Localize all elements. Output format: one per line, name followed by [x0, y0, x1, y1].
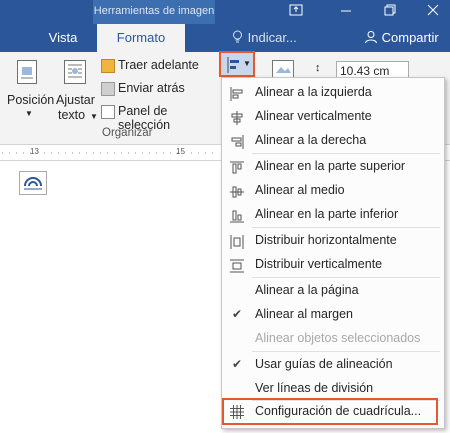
position-label: Posición [7, 93, 55, 107]
crop-icon[interactable] [272, 60, 294, 78]
align-dropdown-menu: Alinear a la izquierda Alinear verticalm… [221, 77, 445, 429]
tab-vista[interactable]: Vista [38, 24, 88, 52]
minimize-icon[interactable] [337, 3, 355, 21]
bring-forward-icon [101, 59, 115, 73]
context-tab-label: Herramientas de imagen [93, 0, 215, 24]
position-button[interactable]: Posición ▼ [5, 57, 55, 129]
menu-item-align-bottom[interactable]: Alinear en la parte inferior [222, 202, 444, 226]
send-backward-label: Enviar atrás [118, 81, 185, 95]
lightbulb-icon [232, 24, 244, 52]
align-top-icon [230, 159, 244, 174]
menu-item-align-selected-objects: Alinear objetos seleccionados [255, 331, 421, 345]
distribute-horizontal-icon [230, 233, 244, 249]
bring-forward-button[interactable]: Traer adelante [101, 57, 216, 75]
menu-item-align-middle[interactable]: Alinear al medio [222, 178, 444, 202]
checkmark-icon: ✔ [232, 307, 243, 321]
align-middle-icon [230, 183, 244, 198]
share-label: Compartir [381, 30, 439, 45]
menu-item-align-to-page[interactable]: Alinear a la página [222, 278, 444, 302]
menu-item-align-right[interactable]: Alinear a la derecha [222, 128, 444, 152]
align-bottom-icon [230, 207, 244, 223]
selection-pane-icon [101, 105, 115, 119]
tab-formato[interactable]: Formato [97, 24, 185, 52]
menu-item-align-top[interactable]: Alinear en la parte superior [222, 154, 444, 178]
send-backward-button[interactable]: Enviar atrás [101, 80, 216, 98]
dropdown-arrow-icon: ▼ [243, 59, 251, 68]
dropdown-arrow-icon: ▼ [25, 109, 33, 118]
close-icon[interactable] [424, 3, 442, 21]
ribbon-display-icon[interactable] [287, 3, 305, 21]
search-label: Indicar... [247, 30, 297, 45]
menu-item-align-to-margin[interactable]: ✔ Alinear al margen [222, 302, 444, 326]
wrap-text-button[interactable]: Ajustar texto ▼ [54, 57, 98, 129]
align-center-icon [230, 109, 244, 125]
restore-icon[interactable] [381, 3, 399, 21]
selection-pane-button[interactable]: Panel de selección [101, 103, 219, 132]
wrap-label-2: texto [58, 108, 86, 122]
dropdown-arrow-icon: ▼ [90, 112, 98, 121]
wrap-label-1: Ajustar [56, 93, 95, 107]
menu-item-grid-settings[interactable]: Configuración de cuadrícula... [222, 398, 438, 425]
menu-item-use-alignment-guides[interactable]: ✔ Usar guías de alineación [222, 352, 444, 376]
grid-icon [230, 404, 244, 419]
bring-forward-label: Traer adelante [118, 58, 199, 72]
checkmark-icon: ✔ [232, 357, 243, 371]
document-image-icon[interactable] [19, 171, 47, 195]
send-backward-icon [101, 82, 115, 96]
width-icon: ↕ [315, 62, 321, 74]
position-icon [17, 60, 37, 84]
menu-item-align-center[interactable]: Alinear verticalmente [222, 104, 444, 128]
align-right-icon [230, 133, 244, 149]
align-left-icon [227, 57, 241, 76]
menu-item-distribute-horizontal[interactable]: Distribuir horizontalmente [222, 228, 444, 252]
wrap-text-icon [64, 60, 86, 84]
distribute-vertical-icon [230, 257, 244, 273]
person-icon [364, 30, 382, 45]
menu-item-align-left[interactable]: Alinear a la izquierda [222, 80, 444, 104]
menu-item-view-gridlines[interactable]: Ver líneas de división [222, 376, 444, 400]
share-button[interactable]: Compartir [364, 24, 439, 52]
align-button[interactable]: ▼ [219, 51, 255, 77]
menu-item-distribute-vertical[interactable]: Distribuir verticalmente [222, 252, 444, 276]
tell-me-search[interactable]: Indicar... [232, 24, 297, 52]
group-label-organizar: Organizar [102, 127, 153, 139]
align-left-icon [230, 85, 244, 101]
